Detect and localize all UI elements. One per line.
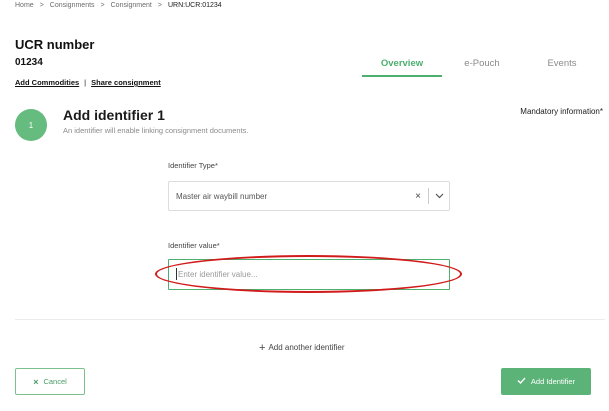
identifier-type-label: Identifier Type*	[168, 161, 218, 170]
section-divider	[15, 319, 605, 320]
identifier-value-input[interactable]	[168, 259, 450, 290]
breadcrumb: Home > Consignments > Consignment > URN:…	[15, 2, 222, 9]
tab-events[interactable]: Events	[522, 55, 602, 77]
chevron-down-icon[interactable]	[429, 193, 449, 199]
close-icon: ×	[33, 376, 39, 387]
add-commodities-link[interactable]: Add Commodities	[15, 78, 79, 87]
step-number-badge: 1	[15, 109, 47, 141]
add-another-identifier-button[interactable]: + Add another identifier	[259, 341, 345, 354]
tab-bar: Overview e-Pouch Events	[362, 55, 602, 77]
step-subtitle: An identifier will enable linking consig…	[63, 126, 249, 135]
breadcrumb-separator: >	[100, 2, 105, 9]
breadcrumb-current: URN:UCR:01234	[167, 2, 222, 9]
cancel-label: Cancel	[43, 377, 67, 386]
tab-e-pouch[interactable]: e-Pouch	[442, 55, 522, 77]
breadcrumb-consignments[interactable]: Consignments	[50, 2, 95, 9]
clear-icon[interactable]: ×	[408, 191, 428, 202]
share-consignment-link[interactable]: Share consignment	[91, 78, 161, 87]
step-title: Add identifier 1	[63, 107, 165, 123]
text-cursor	[176, 268, 177, 280]
plus-icon: +	[259, 341, 266, 354]
add-identifier-button[interactable]: Add Identifier	[501, 368, 591, 395]
breadcrumb-separator: >	[39, 2, 44, 9]
link-separator: |	[84, 78, 87, 87]
add-identifier-label: Add Identifier	[530, 377, 576, 386]
ucr-number: 01234	[15, 57, 43, 68]
identifier-type-value: Master air waybill number	[176, 191, 268, 201]
header-links: Add Commodities | Share consignment	[15, 78, 161, 87]
identifier-value-label: Identifier value*	[168, 241, 220, 250]
cancel-button[interactable]: × Cancel	[15, 368, 85, 395]
page-title: UCR number	[15, 37, 95, 52]
check-icon	[517, 377, 526, 386]
mandatory-note: Mandatory information*	[520, 107, 603, 116]
breadcrumb-consignment[interactable]: Consignment	[111, 2, 152, 9]
add-another-label: Add another identifier	[268, 343, 345, 352]
identifier-type-select[interactable]: Master air waybill number ×	[168, 181, 450, 211]
breadcrumb-home[interactable]: Home	[15, 2, 34, 9]
tab-overview[interactable]: Overview	[362, 55, 442, 77]
breadcrumb-separator: >	[157, 2, 162, 9]
